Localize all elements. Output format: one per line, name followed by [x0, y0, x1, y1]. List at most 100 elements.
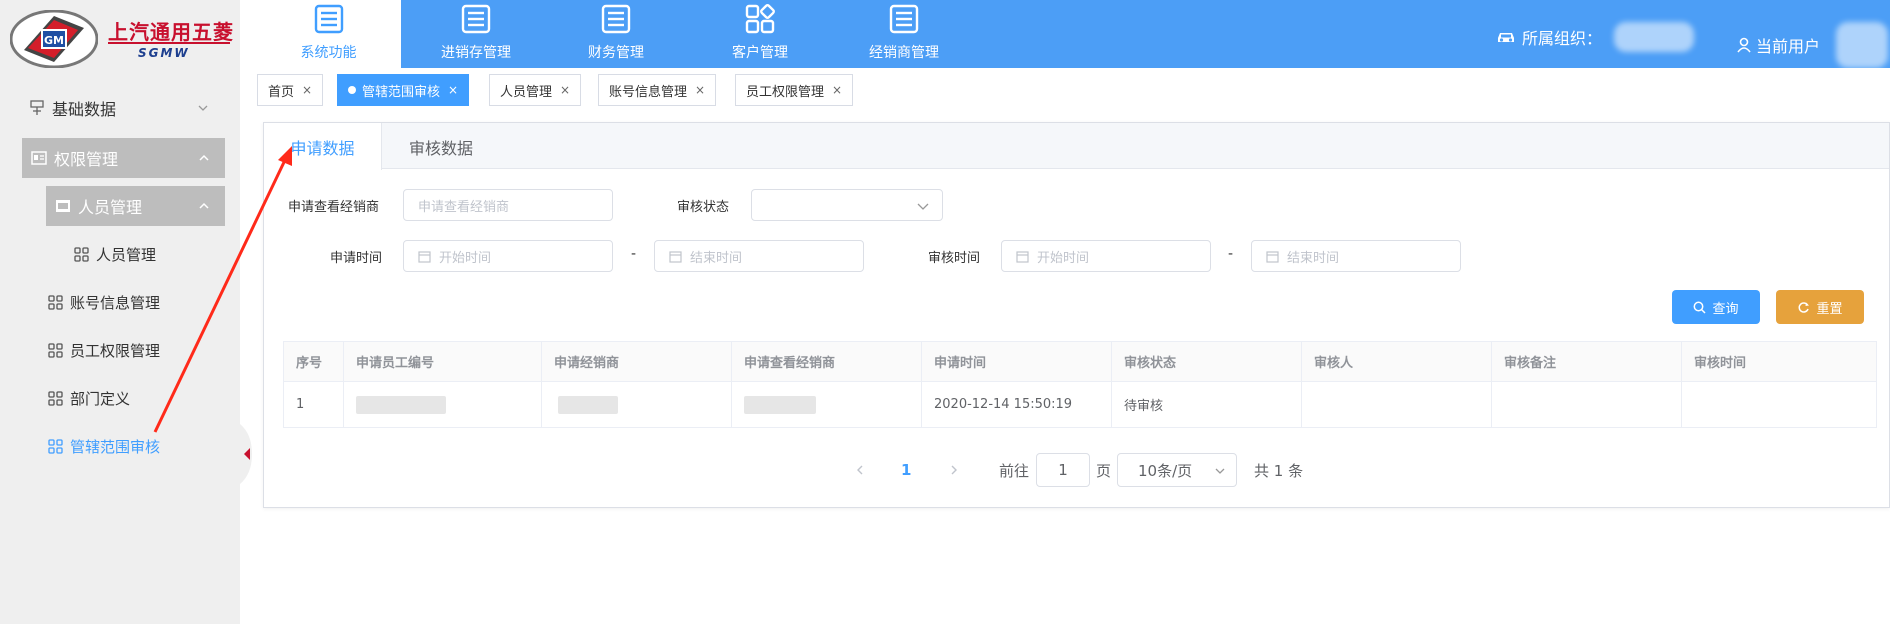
- total-count: 共 1 条: [1254, 461, 1304, 480]
- page-tab-label: 员工权限管理: [746, 84, 825, 100]
- chevron-down-icon: [198, 105, 208, 111]
- col-header: 审核人: [1302, 342, 1492, 381]
- cell-apply-time: 2020-12-14 15:50:19: [922, 382, 1112, 427]
- close-icon[interactable]: ×: [302, 83, 312, 97]
- dealer-placeholder: 申请查看经销商: [418, 199, 510, 215]
- tab-application-data[interactable]: 申请数据: [264, 123, 382, 170]
- nav-label: 进销存管理: [441, 45, 511, 61]
- content-tabs: 申请数据 审核数据: [264, 123, 1889, 170]
- nav-customer[interactable]: 客户管理: [700, 0, 820, 68]
- sidebar-item-employee-permission[interactable]: 员工权限管理: [46, 330, 216, 370]
- nav-inventory[interactable]: 进销存管理: [416, 0, 536, 68]
- close-icon[interactable]: ×: [832, 83, 842, 97]
- audit-time-label: 审核时间: [928, 251, 981, 266]
- tab-audit-data[interactable]: 审核数据: [382, 123, 500, 170]
- col-header: 申请经销商: [542, 342, 732, 381]
- redacted-value: [356, 395, 446, 414]
- active-dot-icon: [348, 86, 356, 94]
- col-header: 申请员工编号: [344, 342, 542, 381]
- org-info: 所属组织：: [1496, 22, 1695, 52]
- sidebar-item-permission[interactable]: 权限管理: [22, 138, 225, 178]
- sidebar-item-label: 员工权限管理: [70, 341, 161, 360]
- nav-label: 财务管理: [588, 45, 644, 61]
- page-tab-scope-review[interactable]: 管辖范围审核 ×: [337, 74, 470, 106]
- id-card-icon: [30, 149, 48, 167]
- page-size-value: 10条/页: [1138, 461, 1193, 480]
- col-header: 审核备注: [1492, 342, 1682, 381]
- calendar-icon: [1266, 250, 1279, 263]
- query-button[interactable]: 查询: [1672, 290, 1760, 324]
- sidebar-item-department[interactable]: 部门定义: [46, 378, 216, 418]
- cell-auditor: [1302, 382, 1492, 427]
- page-tab-staff[interactable]: 人员管理 ×: [489, 74, 582, 106]
- chevron-left-icon: [857, 465, 863, 475]
- grid-icon: [46, 437, 64, 455]
- tab-label: 申请数据: [290, 138, 355, 158]
- cell-index: 1: [284, 382, 344, 427]
- logo-text-en: SGMW: [138, 46, 190, 60]
- nav-label: 经销商管理: [869, 45, 939, 61]
- content-card: 申请数据 审核数据 申请查看经销商 申请查看经销商 审核状态 申请时间 开始时间…: [263, 122, 1890, 508]
- logo-divider: [108, 42, 230, 44]
- calendar-icon: [1016, 250, 1029, 263]
- gm-emblem-icon: GM: [10, 10, 98, 68]
- audit-start-input[interactable]: 开始时间: [1001, 240, 1211, 272]
- list-doc-icon: [889, 4, 919, 34]
- next-page-button[interactable]: [948, 453, 960, 487]
- table-row[interactable]: 1 2020-12-14 15:50:19 待审核: [284, 382, 1876, 427]
- user-label: 当前用户: [1756, 37, 1821, 56]
- prev-page-button[interactable]: [854, 453, 866, 487]
- grid-icon: [46, 341, 64, 359]
- sidebar-item-label: 管辖范围审核: [70, 437, 161, 456]
- top-navigation: 系统功能 进销存管理 财务管理 客户管理 经销商管理 所属组织： 当前用户: [256, 0, 1890, 68]
- sidebar-item-basic-data[interactable]: 基础数据: [28, 88, 224, 128]
- pagination: 1 前往 1 页 10条/页 共 1 条: [264, 453, 1889, 487]
- close-icon[interactable]: ×: [448, 83, 458, 97]
- close-icon[interactable]: ×: [695, 83, 705, 97]
- chevron-up-icon: [199, 202, 209, 209]
- page-number[interactable]: 1: [901, 453, 911, 487]
- audit-end-input[interactable]: 结束时间: [1251, 240, 1461, 272]
- chevron-down-icon: [1215, 468, 1225, 474]
- org-value-redacted: [1614, 22, 1695, 52]
- car-icon: [1498, 33, 1514, 42]
- nav-finance[interactable]: 财务管理: [556, 0, 676, 68]
- page-tab-home[interactable]: 首页 ×: [257, 74, 324, 106]
- chevron-right-icon: [951, 465, 957, 475]
- sidebar-item-staff[interactable]: 人员管理: [72, 234, 222, 274]
- sidebar-item-staff-group[interactable]: 人员管理: [46, 186, 225, 226]
- apps-grid-icon: [745, 4, 775, 34]
- calendar-icon: [669, 250, 682, 263]
- apply-end-input[interactable]: 结束时间: [654, 240, 864, 272]
- page-tab-label: 首页: [268, 84, 295, 100]
- dealer-input[interactable]: 申请查看经销商: [403, 189, 613, 221]
- folder-icon: [54, 197, 72, 215]
- col-header: 审核时间: [1694, 356, 1747, 371]
- nav-system-functions[interactable]: 系统功能: [256, 0, 401, 68]
- reset-button[interactable]: 重置: [1776, 290, 1864, 324]
- goto-page-input[interactable]: 1: [1036, 453, 1090, 487]
- apply-start-input[interactable]: 开始时间: [403, 240, 613, 272]
- nav-dealer[interactable]: 经销商管理: [844, 0, 964, 68]
- grid-icon: [72, 245, 90, 263]
- status-label: 审核状态: [677, 200, 730, 215]
- page-size-select[interactable]: 10条/页: [1117, 453, 1237, 487]
- query-label: 查询: [1712, 301, 1739, 317]
- sidebar-item-scope-review[interactable]: 管辖范围审核: [46, 426, 216, 466]
- sidebar-item-label: 权限管理: [54, 150, 119, 169]
- search-icon: [1694, 301, 1707, 314]
- page-tab-employee-permission[interactable]: 员工权限管理 ×: [735, 74, 854, 106]
- user-info[interactable]: 当前用户: [1736, 22, 1889, 68]
- cell-audit-note: [1492, 382, 1682, 427]
- sidebar-item-account-info[interactable]: 账号信息管理: [46, 282, 216, 322]
- apply-time-label: 申请时间: [330, 251, 383, 266]
- page-tab-account-info[interactable]: 账号信息管理 ×: [598, 74, 717, 106]
- sidebar-collapse-handle[interactable]: [240, 424, 252, 484]
- col-header: 申请时间: [922, 342, 1112, 381]
- sidebar-item-label: 部门定义: [70, 389, 131, 408]
- status-select[interactable]: [751, 189, 943, 221]
- cell-audit-time: [1682, 382, 1876, 427]
- range-separator: -: [1228, 246, 1234, 262]
- close-icon[interactable]: ×: [560, 83, 570, 97]
- dealer-label: 申请查看经销商: [288, 200, 380, 215]
